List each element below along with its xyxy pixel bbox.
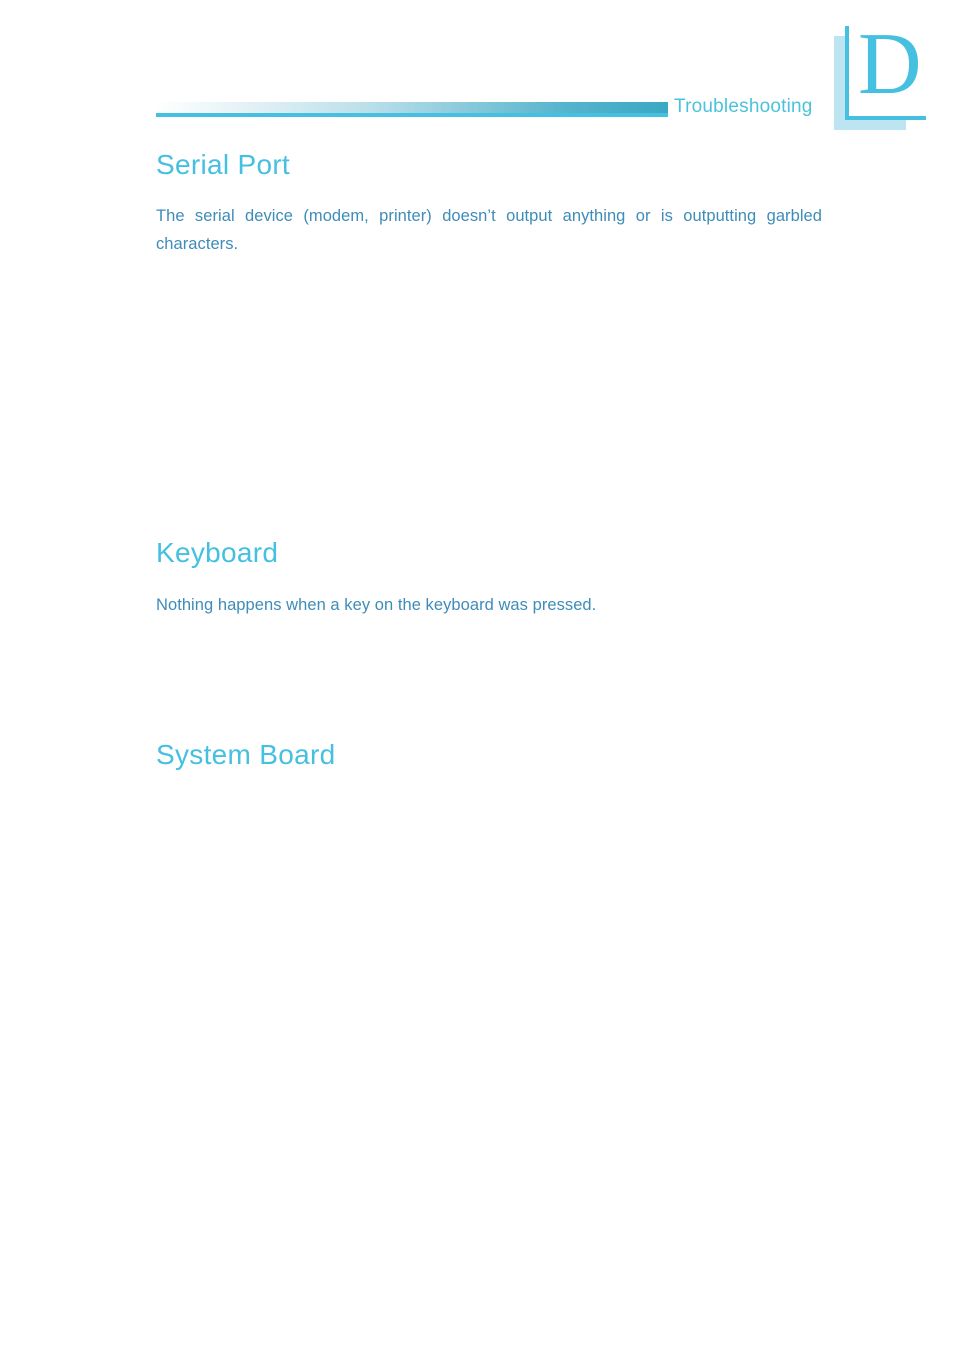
header-gradient-rule <box>156 102 668 113</box>
section-blank-area-serial-port <box>156 260 822 530</box>
section-heading-serial-port: Serial Port <box>156 149 291 180</box>
chapter-mark: D <box>834 21 946 132</box>
section-body-serial-port: The serial device (modem, printer) doesn… <box>156 207 822 253</box>
document-page: Troubleshooting D Serial Port The serial… <box>0 0 954 1350</box>
chapter-mark-shadow-vertical <box>834 36 845 130</box>
page-header: Troubleshooting D <box>0 0 954 140</box>
section-blank-area-system-board <box>156 790 822 1330</box>
section-blank-area-keyboard <box>156 630 822 740</box>
section-body-keyboard: Nothing happens when a key on the keyboa… <box>156 596 597 614</box>
section-heading-system-board: System Board <box>156 739 336 770</box>
chapter-mark-line-horizontal <box>845 116 926 120</box>
chapter-mark-line-vertical <box>845 26 849 120</box>
chapter-letter: D <box>858 16 922 113</box>
chapter-mark-shadow-horizontal <box>834 119 906 130</box>
header-chapter-label: Troubleshooting <box>674 96 813 117</box>
section-heading-keyboard: Keyboard <box>156 537 279 568</box>
header-accent-line <box>156 113 668 117</box>
